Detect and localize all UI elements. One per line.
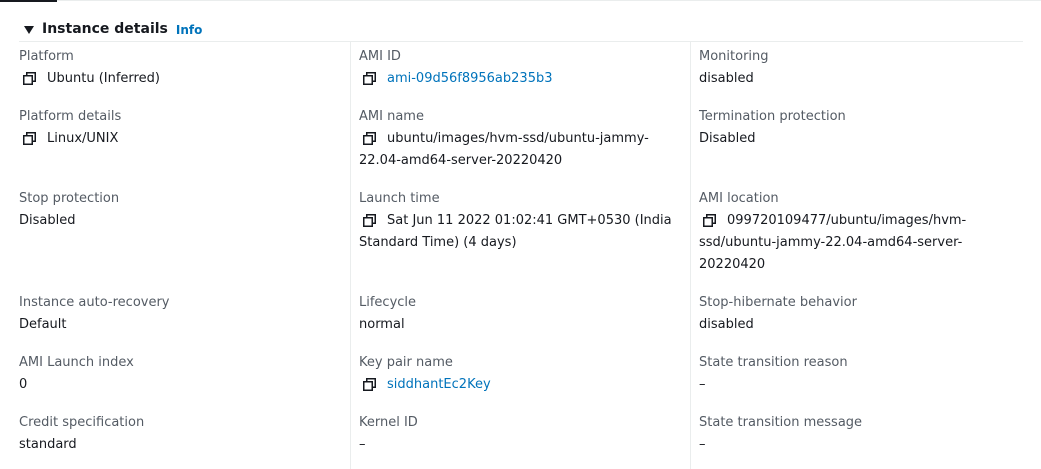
field-platform-details: Platform details Linux/UNIX: [19, 106, 337, 150]
active-tab-indicator: [0, 0, 57, 2]
field-label: Lifecycle: [359, 295, 417, 310]
field-kernel-id: Kernel ID –: [359, 412, 677, 456]
field-ami-name: AMI name ubuntu/images/hvm-ssd/ubuntu-ja…: [359, 106, 677, 172]
platform-details-value: Linux/UNIX: [47, 131, 119, 146]
field-instance-auto-recovery: Instance auto-recovery Default: [19, 292, 337, 336]
copy-icon[interactable]: [363, 374, 379, 396]
field-label: State transition reason: [699, 355, 848, 370]
copy-icon[interactable]: [363, 128, 379, 150]
field-stop-hibernate-behavior: Stop-hibernate behavior disabled: [699, 292, 1017, 336]
field-label: AMI name: [359, 109, 424, 124]
field-label: Instance auto-recovery: [19, 295, 170, 310]
caret-down-icon[interactable]: [24, 25, 34, 34]
info-link[interactable]: Info: [176, 23, 202, 37]
column-divider-2: [690, 41, 691, 469]
field-label: Termination protection: [699, 109, 846, 124]
auto-recovery-value: Default: [19, 317, 67, 332]
state-transition-reason-value: –: [699, 377, 706, 392]
field-label: Credit specification: [19, 415, 145, 430]
section-title[interactable]: Instance details: [42, 21, 168, 37]
ami-location-value-line-3: 20220420: [699, 257, 766, 272]
copy-icon[interactable]: [363, 68, 379, 90]
field-label: Kernel ID: [359, 415, 418, 430]
field-state-transition-reason: State transition reason –: [699, 352, 1017, 396]
field-termination-protection: Termination protection Disabled: [699, 106, 1017, 150]
launch-time-value-line-1: Sat Jun 11 2022 01:02:41 GMT+0530 (India: [387, 213, 672, 228]
platform-value: Ubuntu (Inferred): [47, 71, 160, 86]
launch-time-value-line-2: Standard Time) (4 days): [359, 235, 517, 250]
section-header[interactable]: Instance details Info: [24, 19, 202, 39]
copy-icon[interactable]: [23, 128, 39, 150]
ami-name-value-line-2: 22.04-amd64-server-20220420: [359, 153, 563, 168]
field-label: Platform: [19, 49, 74, 64]
credit-specification-value: standard: [19, 437, 77, 452]
field-platform: Platform Ubuntu (Inferred): [19, 46, 337, 90]
ami-id-link[interactable]: ami-09d56f8956ab235b3: [387, 68, 552, 90]
field-label: Stop-hibernate behavior: [699, 295, 857, 310]
column-divider-1: [350, 41, 351, 469]
field-stop-protection: Stop protection Disabled: [19, 188, 337, 232]
field-label: AMI Launch index: [19, 355, 134, 370]
field-credit-specification: Credit specification standard: [19, 412, 337, 456]
field-monitoring: Monitoring disabled: [699, 46, 1017, 90]
field-label: Monitoring: [699, 49, 769, 64]
lifecycle-value: normal: [359, 317, 405, 332]
field-label: AMI ID: [359, 49, 401, 64]
ami-location-value-line-1: 099720109477/ubuntu/images/hvm-: [727, 213, 967, 228]
field-ami-location: AMI location 099720109477/ubuntu/images/…: [699, 188, 1017, 276]
stop-protection-value: Disabled: [19, 213, 76, 228]
ami-location-value-line-2: ssd/ubuntu-jammy-22.04-amd64-server-: [699, 235, 963, 250]
kernel-id-value: –: [359, 437, 366, 452]
monitoring-value: disabled: [699, 71, 754, 86]
field-label: Stop protection: [19, 191, 120, 206]
copy-icon[interactable]: [23, 68, 39, 90]
ami-launch-index-value: 0: [19, 377, 28, 392]
copy-icon[interactable]: [363, 210, 379, 232]
termination-protection-value: Disabled: [699, 131, 756, 146]
field-launch-time: Launch time Sat Jun 11 2022 01:02:41 GMT…: [359, 188, 677, 254]
field-label: AMI location: [699, 191, 779, 206]
field-key-pair-name: Key pair name siddhantEc2Key: [359, 352, 677, 396]
field-label: Key pair name: [359, 355, 453, 370]
ami-name-value-line-1: ubuntu/images/hvm-ssd/ubuntu-jammy-: [387, 131, 649, 146]
field-label: State transition message: [699, 415, 863, 430]
header-divider: [19, 41, 1023, 42]
field-lifecycle: Lifecycle normal: [359, 292, 677, 336]
stop-hibernate-value: disabled: [699, 317, 754, 332]
field-label: Platform details: [19, 109, 122, 124]
key-pair-link[interactable]: siddhantEc2Key: [387, 374, 491, 396]
field-label: Launch time: [359, 191, 440, 206]
field-ami-launch-index: AMI Launch index 0: [19, 352, 337, 396]
field-state-transition-message: State transition message –: [699, 412, 1017, 456]
top-border: [0, 0, 1041, 1]
state-transition-message-value: –: [699, 437, 706, 452]
field-ami-id: AMI ID ami-09d56f8956ab235b3: [359, 46, 677, 90]
copy-icon[interactable]: [703, 210, 719, 232]
